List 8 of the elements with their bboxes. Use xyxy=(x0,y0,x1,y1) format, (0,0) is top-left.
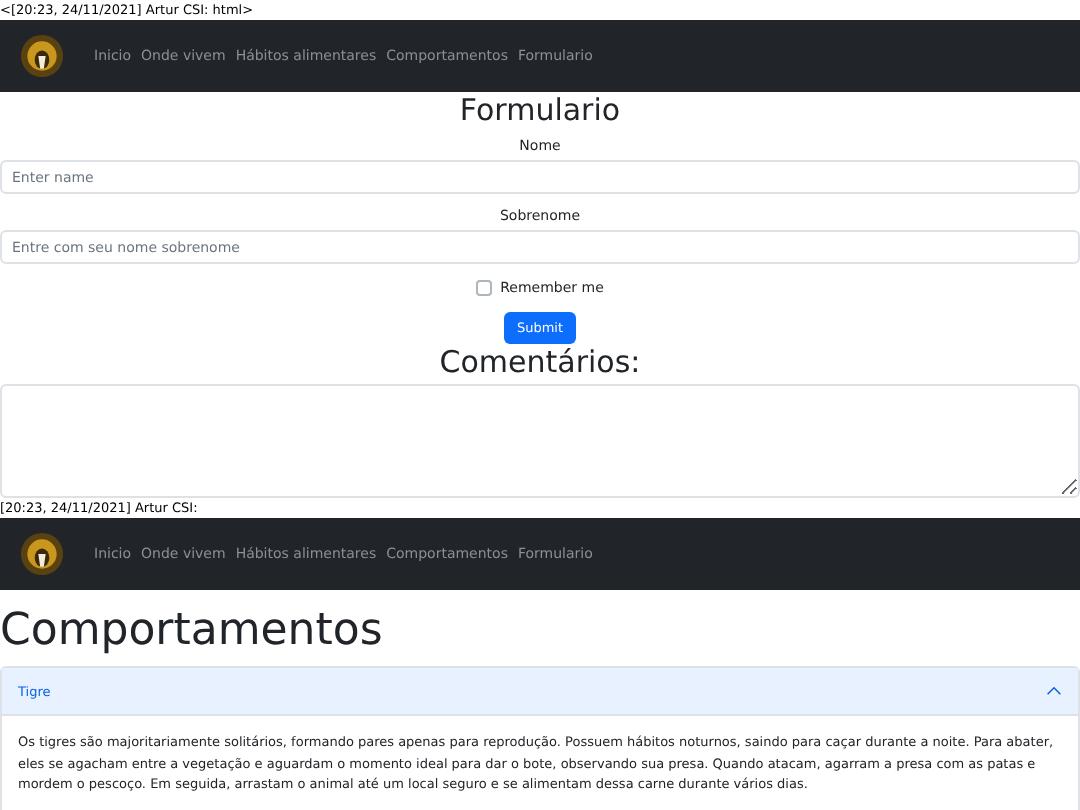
form-title: Formulario xyxy=(459,94,621,128)
checkbox[interactable] xyxy=(476,280,493,296)
comments-field[interactable] xyxy=(0,384,1080,498)
page-title: Comportamentos xyxy=(0,604,385,660)
lion-icon xyxy=(20,34,64,78)
comments-title: Comentários: xyxy=(439,344,641,380)
lion-icon xyxy=(20,532,64,576)
chevron-icon xyxy=(1046,686,1062,696)
